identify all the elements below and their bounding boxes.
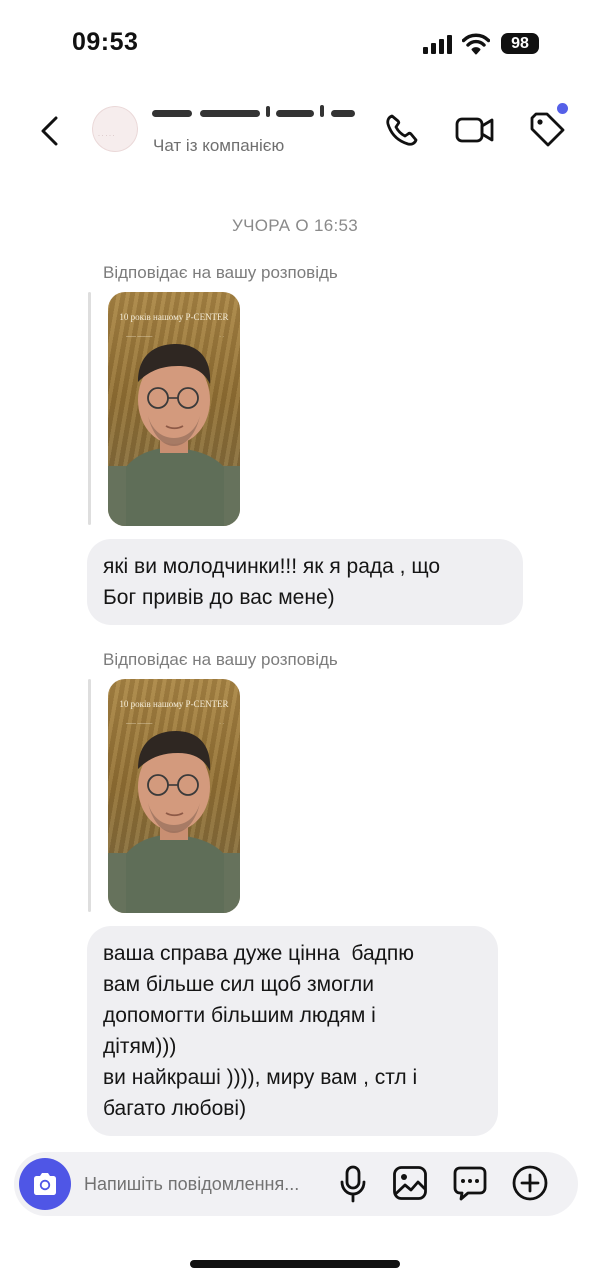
story-thumbnail[interactable]: 10 років нашому P-CENTER —— ——— · · <box>108 679 240 913</box>
contact-name[interactable] <box>152 104 357 120</box>
message-line: які ви молодчинки!!! як я рада , що <box>103 555 441 578</box>
person-photo <box>126 344 224 526</box>
message-line: допомогти більшим людям і <box>103 1004 376 1027</box>
add-icon[interactable] <box>511 1164 549 1202</box>
signal-icon <box>423 34 453 54</box>
reply-label: Відповідає на вашу розповідь <box>103 650 338 669</box>
camera-icon <box>34 1173 56 1195</box>
sticker-icon[interactable] <box>452 1164 488 1202</box>
message-bubble[interactable]: ваша справа дуже цінна бадпю вам більше … <box>87 926 498 1136</box>
reply-bar <box>88 292 91 525</box>
message-line: ви найкраші )))), миру вам , стл і <box>103 1066 418 1089</box>
battery-indicator: 98 <box>501 33 539 54</box>
reply-label: Відповідає на вашу розповідь <box>103 263 338 282</box>
phone-call-icon[interactable] <box>384 112 420 148</box>
gallery-icon[interactable] <box>392 1164 428 1202</box>
microphone-icon[interactable] <box>338 1164 368 1204</box>
camera-button[interactable] <box>19 1158 71 1210</box>
day-separator: УЧОРА О 16:53 <box>231 216 358 235</box>
message-bubble[interactable]: які ви молодчинки!!! як я рада , що Бог … <box>87 539 523 625</box>
message-line: вам більше сил щоб змогли <box>103 973 374 996</box>
status-time: 09:53 <box>72 28 139 56</box>
video-call-icon[interactable] <box>455 112 495 148</box>
message-input[interactable] <box>84 1171 330 1197</box>
story-thumbnail[interactable]: 10 років нашому P-CENTER —— ——— · · <box>108 292 240 526</box>
tag-icon[interactable] <box>528 110 566 148</box>
message-line: багато любові) <box>103 1097 247 1120</box>
message-line: Бог привів до вас мене) <box>103 586 335 609</box>
avatar[interactable]: · · · · · <box>92 106 138 152</box>
back-icon[interactable] <box>36 116 64 146</box>
reply-bar <box>88 679 91 912</box>
message-line: ваша справа дуже цінна бадпю <box>103 942 415 965</box>
notification-dot <box>557 103 568 114</box>
wifi-icon <box>462 33 490 55</box>
home-indicator[interactable] <box>190 1260 400 1268</box>
person-photo <box>126 731 224 913</box>
message-line: дітям))) <box>103 1035 177 1058</box>
chat-subtitle: Чат із компанією <box>153 136 285 155</box>
